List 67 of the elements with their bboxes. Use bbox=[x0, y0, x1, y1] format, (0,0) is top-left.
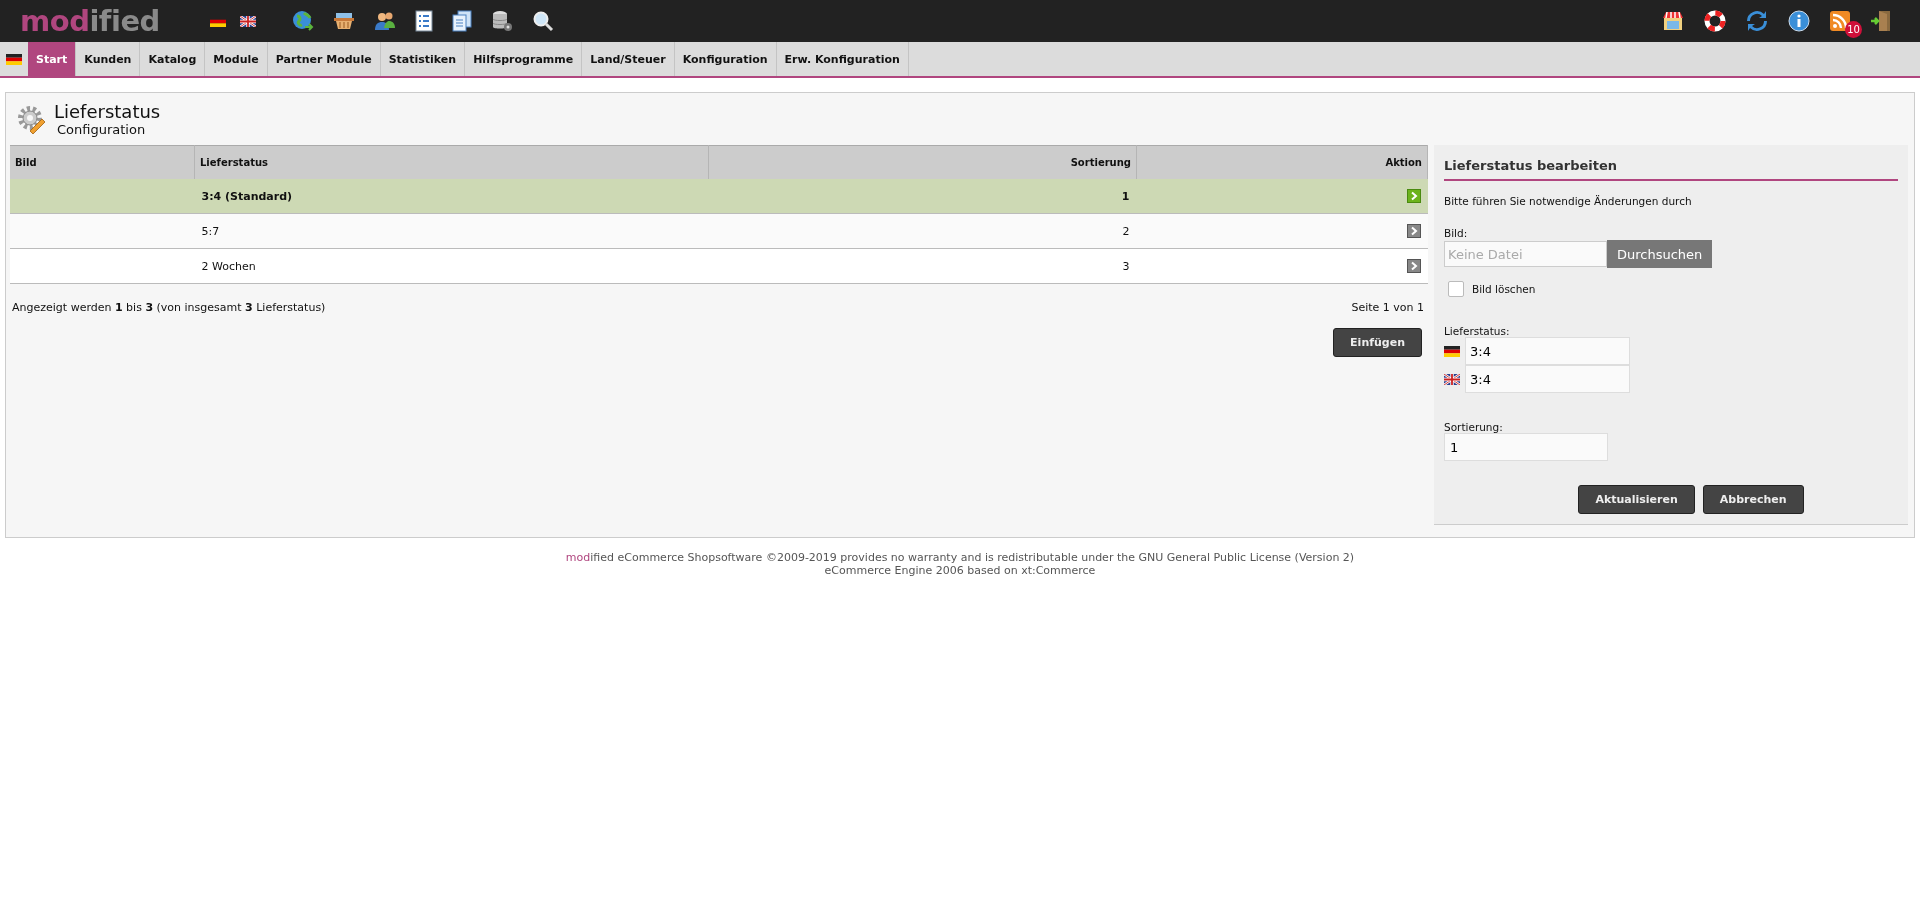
menu-tab[interactable]: Land/Steuer bbox=[582, 42, 675, 76]
menu-tab[interactable]: Erw. Konfiguration bbox=[776, 42, 909, 76]
german-flag-icon[interactable] bbox=[1444, 345, 1460, 357]
refresh-icon[interactable] bbox=[1746, 10, 1768, 32]
arrow-button-icon[interactable] bbox=[1406, 259, 1421, 273]
lifebuoy-icon[interactable] bbox=[1704, 10, 1726, 32]
column-header: Sortierung bbox=[708, 145, 1137, 179]
column-header: Aktion bbox=[1136, 145, 1428, 179]
page-subtitle: Configuration bbox=[56, 122, 147, 137]
table-cell: 2 bbox=[1122, 224, 1130, 238]
globe-icon[interactable] bbox=[292, 10, 314, 32]
table-row[interactable]: 2 Wochen 3 bbox=[10, 248, 1428, 284]
table-cell: 1 bbox=[1121, 189, 1130, 203]
field-label: Lieferstatus: bbox=[1444, 325, 1511, 337]
panel-hint: Bitte führen Sie notwendige Änderungen durch bbox=[1444, 195, 1693, 207]
table-cell: 2 Wochen bbox=[201, 259, 256, 273]
column-header: Bild bbox=[10, 145, 195, 179]
users-icon[interactable] bbox=[374, 11, 396, 31]
checkbox[interactable] bbox=[1448, 281, 1464, 297]
menu-tab[interactable]: Konfiguration bbox=[674, 42, 777, 76]
text-field[interactable]: 3:4 bbox=[1465, 365, 1630, 393]
arrow-button-icon[interactable] bbox=[1406, 224, 1421, 238]
insert-button[interactable]: Einfügen bbox=[1333, 328, 1422, 357]
store-icon[interactable] bbox=[1662, 10, 1684, 32]
menu-tab[interactable]: Hilfsprogramme bbox=[465, 42, 583, 76]
form-button[interactable]: Aktualisieren bbox=[1578, 485, 1695, 514]
menu-tab[interactable]: Start bbox=[28, 42, 77, 76]
logo[interactable]: modified bbox=[20, 6, 190, 36]
british-flag-icon[interactable] bbox=[240, 15, 256, 27]
menu-tab[interactable]: Katalog bbox=[140, 42, 206, 76]
info-icon[interactable] bbox=[1788, 10, 1810, 32]
table-cell: 5:7 bbox=[201, 224, 220, 238]
footer-license: modified eCommerce Shopsoftware ©2009-2019 provides no warranty and is redistributable under the GNU General Public License (Version 2) bbox=[564, 551, 1356, 565]
file-field[interactable]: Keine Datei bbox=[1444, 241, 1607, 267]
notification-badge: 10 bbox=[1845, 21, 1862, 38]
documents-icon[interactable] bbox=[452, 10, 472, 32]
british-flag-icon[interactable] bbox=[1444, 373, 1460, 385]
basket-icon[interactable] bbox=[333, 11, 355, 31]
table-cell: 3:4 (Standard) bbox=[201, 189, 293, 203]
form-button[interactable]: Abbrechen bbox=[1702, 485, 1804, 514]
page-title: Lieferstatus bbox=[54, 101, 161, 122]
menu-tab[interactable]: Partner Module bbox=[267, 42, 381, 76]
field-label: Bild: bbox=[1444, 227, 1469, 239]
results-summary: Angezeigt werden 1 bis 3 (von insgesamt 3 Lieferstatus) bbox=[12, 301, 326, 314]
page-info: Seite 1 von 1 bbox=[1351, 301, 1424, 314]
search-icon[interactable] bbox=[532, 10, 554, 32]
panel-title: Lieferstatus bearbeiten bbox=[1444, 153, 1898, 181]
field-label: Sortierung: bbox=[1444, 421, 1504, 433]
menu-tab[interactable]: Kunden bbox=[76, 42, 141, 76]
gear-pencil-icon bbox=[16, 104, 46, 134]
table-row[interactable]: 5:7 2 bbox=[10, 213, 1428, 249]
german-flag-icon[interactable] bbox=[6, 53, 22, 65]
table-cell: 3 bbox=[1122, 259, 1130, 273]
sort-field[interactable]: 1 bbox=[1444, 433, 1608, 461]
list-icon[interactable] bbox=[415, 10, 433, 32]
menu-tab[interactable]: Module bbox=[205, 42, 268, 76]
menu-tab[interactable]: Statistiken bbox=[380, 42, 466, 76]
browse-button[interactable]: Durchsuchen bbox=[1607, 240, 1713, 268]
rss-icon[interactable] bbox=[1830, 11, 1850, 31]
logout-door-icon[interactable] bbox=[1870, 10, 1892, 32]
arrow-button-icon[interactable] bbox=[1406, 189, 1421, 203]
footer-engine: eCommerce Engine 2006 based on xt:Commerce bbox=[823, 564, 1097, 578]
table-row[interactable]: 3:4 (Standard) 1 bbox=[10, 179, 1428, 214]
database-gear-icon[interactable] bbox=[491, 10, 513, 32]
checkbox-label: Bild löschen bbox=[1472, 283, 1536, 295]
text-field[interactable]: 3:4 bbox=[1465, 337, 1630, 365]
column-header: Lieferstatus bbox=[194, 145, 709, 179]
